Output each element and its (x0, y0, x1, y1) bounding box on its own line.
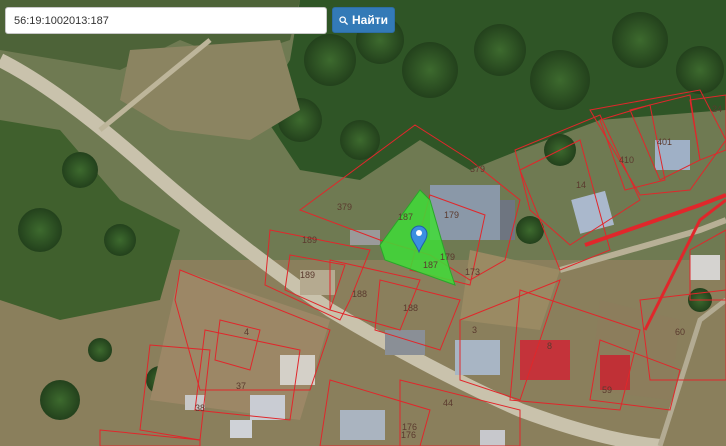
parcel-label: 8 (547, 341, 552, 351)
satellite-map[interactable]: 24 401 410 14 379 379 179 179 187 187 17… (0, 0, 726, 446)
parcel-label: 189 (300, 270, 315, 280)
parcel-label: 188 (403, 303, 418, 313)
parcel-label: 37 (236, 381, 246, 391)
parcel-label: 38 (195, 403, 205, 413)
parcel-label: 410 (619, 155, 634, 165)
search-button[interactable]: Найти (332, 7, 395, 33)
parcel-label: 4 (244, 327, 249, 337)
parcel-label: 173 (465, 267, 480, 277)
parcel-label: 379 (337, 202, 352, 212)
search-input[interactable] (6, 8, 326, 33)
parcel-label: 401 (657, 137, 672, 147)
parcel-label: 60 (675, 327, 685, 337)
parcel-label: 179 (444, 210, 459, 220)
parcel-label: 24 (712, 104, 722, 114)
parcel-label: 59 (602, 385, 612, 395)
parcel-label: 3 (472, 325, 477, 335)
search-icon (339, 15, 348, 25)
parcel-label: 187 (423, 260, 438, 270)
parcel-label: 176 (401, 430, 416, 440)
parcel-label: 189 (302, 235, 317, 245)
parcel-label: 14 (576, 180, 586, 190)
parcel-label: 44 (443, 398, 453, 408)
search-box (5, 7, 327, 34)
parcel-label: 179 (440, 252, 455, 262)
parcel-label: 187 (398, 212, 413, 222)
parcel-label: 188 (352, 289, 367, 299)
search-button-label: Найти (352, 13, 388, 27)
parcel-label: 379 (470, 164, 485, 174)
